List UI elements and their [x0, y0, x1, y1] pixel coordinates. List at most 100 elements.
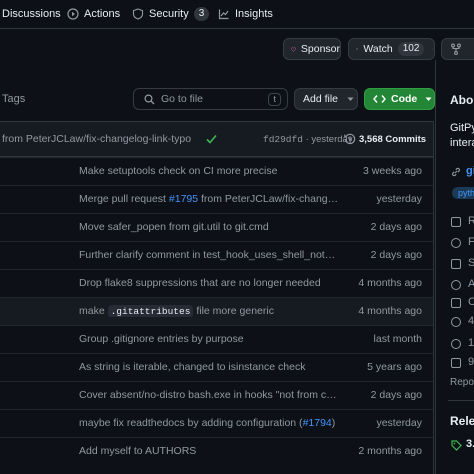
releases-count[interactable]: 3. — [466, 438, 474, 450]
check-icon[interactable] — [206, 134, 217, 144]
commit-message[interactable]: Add myself to AUTHORS — [79, 445, 341, 457]
commits-count-label: 3,568 Commits — [359, 133, 427, 145]
security-policy-link[interactable]: S — [468, 257, 474, 269]
commit-hash[interactable]: fd29dfd — [263, 134, 303, 145]
commit-text: Add myself to AUTHORS — [79, 445, 197, 457]
caret-down-icon — [425, 97, 432, 101]
repo-forked-icon — [451, 358, 461, 368]
activity-link[interactable]: A — [468, 278, 474, 290]
table-row[interactable]: Drop flake8 suppressions that are no lon… — [0, 269, 433, 297]
readme-link[interactable]: R — [468, 215, 474, 227]
tab-insights[interactable]: Insights — [218, 6, 273, 22]
topic-tag[interactable]: pyth — [452, 187, 474, 199]
latest-commit-bar: from PeterJCLaw/fix-changelog-link-typo … — [0, 121, 434, 157]
pr-link[interactable]: #1794 — [303, 417, 332, 429]
commit-age[interactable]: 4 months ago — [358, 277, 422, 289]
commit-text: Make setuptools check on CI more precise — [79, 165, 278, 177]
code-button[interactable]: Code — [364, 88, 435, 110]
commit-age[interactable]: 2 days ago — [371, 389, 422, 401]
report-repository-link[interactable]: Repo — [450, 377, 474, 388]
commit-message[interactable]: Group .gitignore entries by purpose — [79, 333, 341, 345]
go-to-file-input[interactable]: Go to file t — [133, 88, 288, 110]
commit-age[interactable]: last month — [374, 333, 422, 345]
commit-text: ) — [331, 417, 336, 429]
commit-age[interactable]: 3 weeks ago — [363, 165, 422, 177]
latest-commit-meta: fd29dfd · yesterday — [263, 134, 353, 145]
commits-link[interactable]: 3,568 Commits — [344, 133, 426, 145]
heart-icon — [291, 46, 296, 52]
commit-age[interactable]: 2 days ago — [371, 249, 422, 261]
tag-icon — [451, 440, 462, 451]
commit-message[interactable]: Drop flake8 suppressions that are no lon… — [79, 277, 341, 289]
commit-message[interactable]: Make setuptools check on CI more precise — [79, 165, 341, 177]
graph-icon — [218, 9, 229, 20]
fork-icon — [451, 43, 461, 55]
link-icon — [452, 167, 460, 177]
table-row[interactable]: Add myself to AUTHORS 2 months ago — [0, 437, 433, 465]
stars-count[interactable]: 4 — [468, 315, 474, 327]
homepage-link[interactable]: gi — [466, 165, 474, 177]
commit-text: from PeterJCLaw/fix-changelog-li... — [201, 193, 341, 205]
about-heading: Abou — [450, 93, 474, 107]
pr-link[interactable]: #1795 — [169, 193, 198, 205]
commit-text: maybe fix readthedocs by adding configur… — [79, 417, 303, 429]
watch-button[interactable]: Watch 102 — [348, 38, 435, 60]
eye-icon — [451, 339, 461, 349]
table-row[interactable]: Merge pull request #1795 from PeterJCLaw… — [0, 185, 433, 213]
commit-text: Move safer_popen from git.util to git.cm… — [79, 221, 269, 233]
sidebar-divider — [435, 60, 436, 474]
tab-discussions-label: Discussions — [2, 8, 61, 20]
fork-button[interactable] — [441, 38, 474, 60]
commit-age[interactable]: yesterday — [376, 193, 422, 205]
commit-age[interactable]: yesterday — [376, 417, 422, 429]
star-icon — [451, 317, 461, 327]
search-placeholder: Go to file — [161, 93, 204, 105]
table-row[interactable]: make .gitattributes file more generic 4 m… — [0, 297, 433, 325]
pulse-icon — [451, 280, 461, 290]
commit-age[interactable]: 4 months ago — [358, 305, 422, 317]
table-row[interactable]: Further clarify comment in test_hook_use… — [0, 241, 433, 269]
tab-security-label: Security — [149, 8, 189, 20]
watchers-count[interactable]: 1 — [468, 337, 474, 349]
forks-count[interactable]: 9 — [468, 356, 474, 368]
law-icon — [451, 238, 461, 248]
commit-message[interactable]: Cover absent/no-distro bash.exe in hooks… — [79, 389, 341, 401]
tab-discussions[interactable]: Discussions — [2, 6, 61, 22]
security-count-badge: 3 — [193, 7, 210, 21]
commit-text: make — [79, 305, 108, 317]
commit-message[interactable]: Further clarify comment in test_hook_use… — [79, 249, 341, 261]
commit-text: Merge pull request — [79, 193, 169, 205]
sponsor-button[interactable]: Sponsor — [283, 38, 341, 60]
commit-message[interactable]: As string is iterable, changed to isinst… — [79, 361, 341, 373]
commit-age[interactable]: 2 months ago — [358, 445, 422, 457]
commit-text: file more generic — [193, 305, 274, 317]
latest-commit-message[interactable]: from PeterJCLaw/fix-changelog-link-typo — [2, 133, 191, 145]
commit-message[interactable]: Merge pull request #1795 from PeterJCLaw… — [79, 193, 341, 205]
table-row[interactable]: Move safer_popen from git.util to git.cm… — [0, 213, 433, 241]
add-file-button[interactable]: Add file — [294, 88, 358, 110]
commit-message[interactable]: Move safer_popen from git.util to git.cm… — [79, 221, 341, 233]
chevron-down-icon — [432, 48, 434, 50]
releases-heading[interactable]: Rele — [450, 414, 474, 428]
commit-age[interactable]: 5 years ago — [367, 361, 422, 373]
commit-message[interactable]: maybe fix readthedocs by adding configur… — [79, 417, 341, 429]
table-row[interactable]: Make setuptools check on CI more precise… — [0, 157, 433, 185]
tab-actions[interactable]: Actions — [67, 6, 120, 22]
tab-security[interactable]: Security 3 — [132, 6, 210, 22]
play-icon — [67, 8, 79, 20]
table-row[interactable]: Group .gitignore entries by purpose last … — [0, 325, 433, 353]
shield-icon — [451, 259, 461, 269]
table-row[interactable]: maybe fix readthedocs by adding configur… — [0, 409, 433, 437]
commit-text: Further clarify comment in test_hook_use… — [79, 249, 341, 261]
license-link[interactable]: F — [468, 236, 474, 248]
about-description-line1: GitPy — [450, 122, 474, 134]
table-row[interactable]: As string is iterable, changed to isinst… — [0, 353, 433, 381]
tags-link[interactable]: Tags — [2, 93, 25, 105]
custom-properties-link[interactable]: C — [468, 296, 474, 308]
commit-age[interactable]: 2 days ago — [371, 221, 422, 233]
commit-message[interactable]: make .gitattributes file more generic — [79, 305, 341, 317]
sponsor-label: Sponsor — [300, 43, 340, 55]
history-icon — [344, 133, 356, 145]
commit-text: As string is iterable, changed to isinst… — [79, 361, 306, 373]
table-row[interactable]: Cover absent/no-distro bash.exe in hooks… — [0, 381, 433, 409]
